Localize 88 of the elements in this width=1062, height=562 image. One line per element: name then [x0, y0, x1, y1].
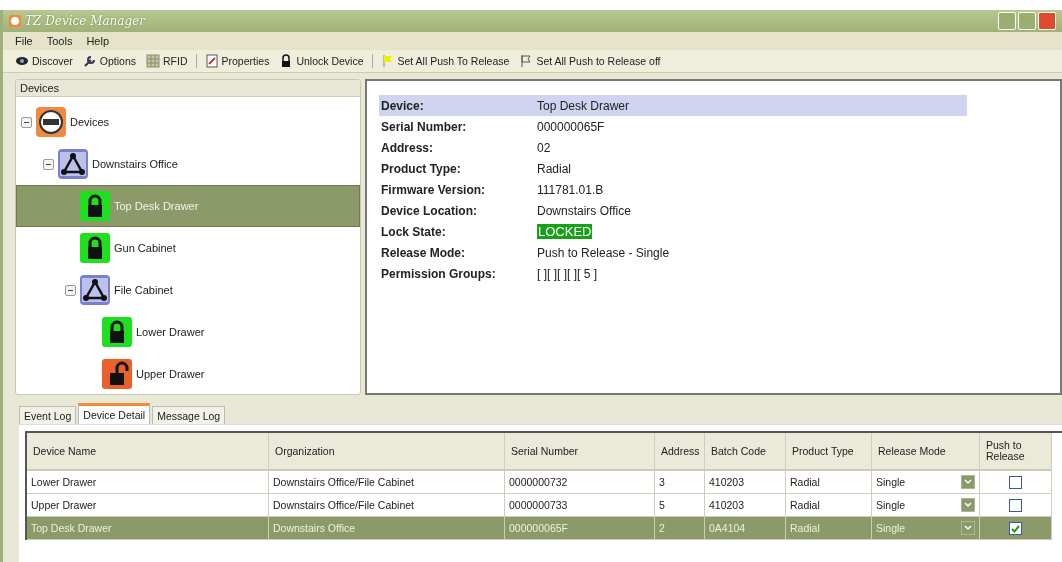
tab[interactable]: Event Log: [19, 406, 77, 424]
collapse-toggle[interactable]: [43, 158, 54, 170]
table-cell: 410203: [705, 471, 786, 494]
document-icon: [204, 54, 219, 68]
lock-state-badge: LOCKED: [537, 224, 593, 239]
grid-icon: [146, 54, 161, 68]
table-cell: 000000065F: [505, 517, 655, 540]
collapse-toggle[interactable]: [21, 116, 32, 128]
logo-icon: [36, 107, 66, 137]
detail-label: Release Mode:: [380, 245, 467, 260]
table-cell: 2: [655, 517, 705, 540]
column-header[interactable]: Device Name: [27, 433, 269, 471]
column-header[interactable]: Address: [655, 433, 705, 471]
tree-item[interactable]: Lower Drawer: [16, 311, 360, 353]
table-cell: 0000000733: [505, 494, 655, 517]
detail-label: Device:: [380, 98, 425, 113]
close-button[interactable]: [1038, 12, 1056, 30]
table-cell: Top Desk Drawer: [27, 517, 269, 540]
tree-item[interactable]: Downstairs Office: [16, 143, 360, 185]
tab[interactable]: Message Log: [152, 406, 226, 424]
detail-value: 02: [537, 140, 551, 155]
tree-item[interactable]: Gun Cabinet: [16, 227, 360, 269]
detail-value: Top Desk Drawer: [537, 98, 630, 113]
detail-value: Radial: [537, 161, 572, 176]
detail-label: Product Type:: [380, 161, 462, 176]
detail-label: Firmware Version:: [380, 182, 487, 197]
table-cell: Single: [872, 494, 980, 517]
checkbox[interactable]: [1009, 521, 1022, 535]
toolbar-button[interactable]: Set All Push to Release off: [517, 54, 663, 68]
toolbar-button[interactable]: Options: [80, 54, 139, 68]
app-icon: [9, 15, 21, 27]
table-cell: 410203: [705, 494, 786, 517]
toolbar-button[interactable]: RFID: [144, 54, 190, 68]
table-cell: Radial: [786, 494, 872, 517]
flag-icon: [380, 54, 395, 68]
tree-item[interactable]: File Cabinet: [16, 269, 360, 311]
checkbox[interactable]: [1009, 498, 1022, 512]
detail-value: [ ][ ][ ][ ][ 5 ]: [537, 266, 598, 281]
panel-title: Devices: [16, 80, 360, 97]
menu-item[interactable]: Tools: [46, 35, 73, 47]
table-cell: Radial: [786, 517, 872, 540]
menu-item[interactable]: Help: [86, 35, 110, 47]
tab[interactable]: Device Detail: [78, 403, 151, 424]
detail-label: Serial Number:: [380, 119, 468, 134]
detail-label: Device Location:: [380, 203, 479, 218]
detail-value: Push to Release - Single: [537, 245, 670, 260]
detail-label: Permission Groups:: [380, 266, 497, 281]
toolbar-button[interactable]: Properties: [202, 54, 272, 68]
toolbar-button[interactable]: Discover: [13, 54, 75, 68]
column-header[interactable]: Serial Number: [505, 433, 655, 471]
table-cell: Downstairs Office/File Cabinet: [269, 471, 505, 494]
table-cell: 5: [655, 494, 705, 517]
checkbox[interactable]: [1009, 475, 1022, 489]
detail-label: Address:: [380, 140, 434, 155]
column-header[interactable]: Batch Code: [705, 433, 786, 471]
table-cell: Downstairs Office/File Cabinet: [269, 494, 505, 517]
tree-item[interactable]: Upper Drawer: [16, 353, 360, 395]
table-cell: Radial: [786, 471, 872, 494]
toolbar-button[interactable]: Set All Push To Release: [378, 54, 512, 68]
column-header[interactable]: Push to Release: [980, 433, 1052, 471]
wrench-icon: [82, 54, 97, 68]
menu-item[interactable]: File: [15, 35, 33, 47]
table-cell: Single: [872, 517, 980, 540]
toolbar-button[interactable]: Unlock Device: [277, 54, 366, 68]
column-header[interactable]: Organization: [269, 433, 505, 471]
table-cell: Upper Drawer: [27, 494, 269, 517]
detail-label: Lock State:: [380, 224, 447, 239]
collapse-toggle[interactable]: [65, 284, 76, 296]
flag-outline-icon: [519, 54, 534, 68]
column-header[interactable]: Release Mode: [872, 433, 980, 471]
detail-value: 111781.01.B: [537, 182, 604, 197]
table-cell: 3: [655, 471, 705, 494]
dropdown-icon[interactable]: [961, 498, 975, 512]
table-cell: Single: [872, 471, 980, 494]
dropdown-icon[interactable]: [961, 521, 975, 535]
table-cell: Lower Drawer: [27, 471, 269, 494]
network-icon: [80, 275, 110, 305]
table-cell: 0000000732: [505, 471, 655, 494]
dropdown-icon[interactable]: [961, 475, 975, 489]
detail-value: 000000065F: [537, 119, 605, 134]
window-title: TZ Device Manager: [25, 14, 145, 28]
table-cell: 0A4104: [705, 517, 786, 540]
eye-icon: [15, 54, 29, 68]
column-header[interactable]: Product Type: [786, 433, 872, 471]
detail-value: Downstairs Office: [537, 203, 631, 218]
network-icon: [58, 149, 88, 179]
table-cell: Downstairs Office: [269, 517, 505, 540]
tree-item[interactable]: Devices: [16, 101, 360, 143]
